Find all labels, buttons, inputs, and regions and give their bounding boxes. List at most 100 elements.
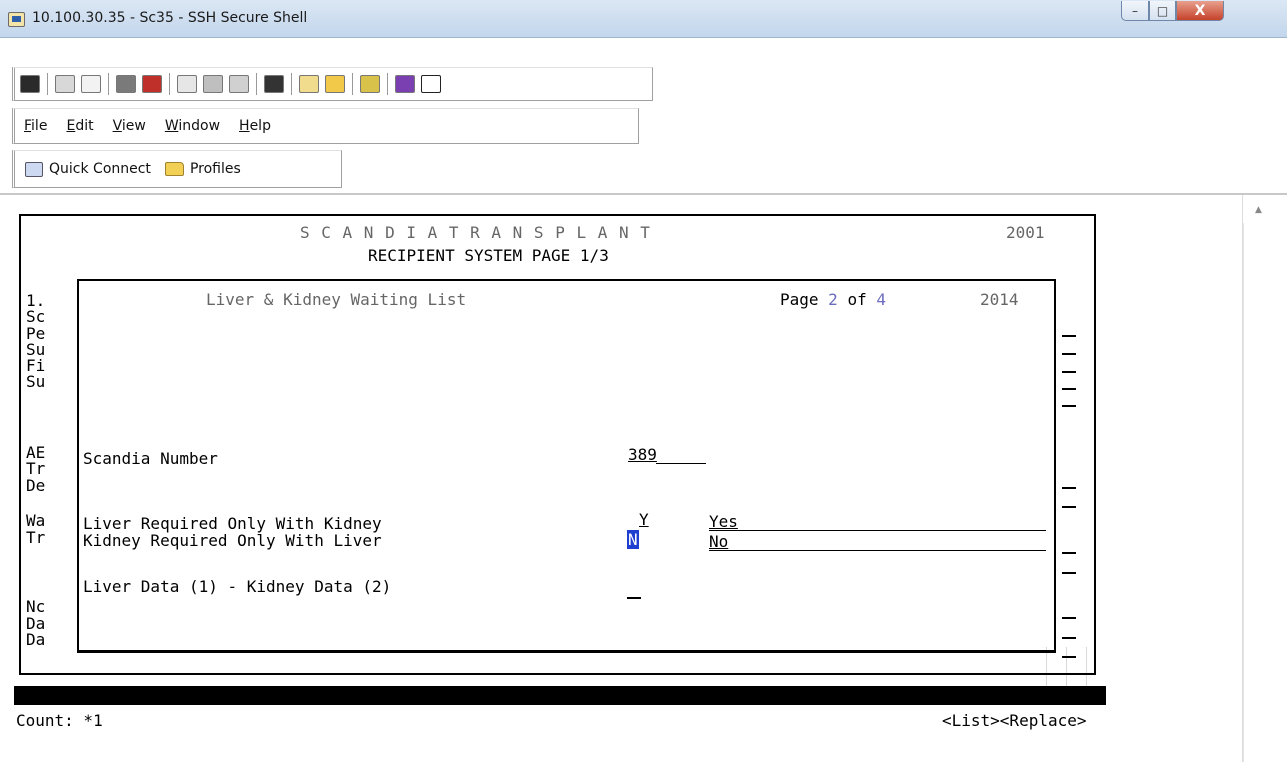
- minimize-button[interactable]: –: [1121, 1, 1149, 21]
- save-icon[interactable]: [20, 75, 40, 93]
- profile-bar: Quick Connect Profiles: [0, 148, 1287, 190]
- toolbar-separator: [256, 73, 257, 95]
- band-noise: [1046, 647, 1104, 687]
- left-fragment: Tr: [26, 528, 46, 547]
- field-marker: [1062, 572, 1076, 574]
- scroll-track[interactable]: [1243, 223, 1244, 762]
- new-terminal-icon[interactable]: [299, 75, 319, 93]
- menu-edit[interactable]: Edit: [66, 118, 93, 134]
- scandia-number-field[interactable]: 389: [628, 447, 657, 463]
- title-bar: 10.100.30.35 - Sc35 - SSH Secure Shell –…: [0, 0, 1287, 38]
- left-fragment: Wa: [26, 511, 46, 530]
- menu-bar: File Edit View Window Help: [0, 106, 1287, 146]
- paste-icon[interactable]: [203, 75, 223, 93]
- left-fragment: Sc: [26, 307, 46, 326]
- field-marker: [1062, 487, 1076, 489]
- toolbar-separator: [47, 73, 48, 95]
- folder-icon: [164, 162, 184, 176]
- disconnect-icon[interactable]: [116, 75, 136, 93]
- field-marker: [1062, 506, 1076, 508]
- left-fragment: Su: [26, 372, 46, 391]
- page-label: Page: [780, 290, 819, 309]
- menu-view[interactable]: View: [113, 118, 146, 134]
- left-fragment: Tr: [26, 459, 46, 478]
- left-fragment: De: [26, 476, 46, 495]
- close-button[interactable]: X: [1176, 1, 1224, 21]
- terminal-screen[interactable]: S C A N D I A T R A N S P L A N T 2001 R…: [4, 195, 1242, 762]
- copy-icon[interactable]: [177, 75, 197, 93]
- system-subtitle: RECIPIENT SYSTEM PAGE 1/3: [368, 246, 609, 265]
- menu-help-accel: H: [239, 118, 250, 134]
- quick-connect-icon: [25, 161, 43, 177]
- field-marker: [1062, 637, 1076, 639]
- menu-bar-group: File Edit View Window Help: [12, 108, 639, 144]
- toolbar-separator: [108, 73, 109, 95]
- vertical-scrollbar[interactable]: ▲: [1242, 195, 1287, 762]
- menu-edit-rest: dit: [75, 118, 94, 134]
- profile-bar-group: Quick Connect Profiles: [12, 150, 342, 188]
- data-choice-label: Liver Data (1) - Kidney Data (2): [83, 577, 392, 596]
- page-total: 4: [876, 290, 886, 309]
- help-topics-icon[interactable]: [395, 75, 415, 93]
- menu-file-rest: ile: [31, 118, 48, 134]
- page-number: 2: [828, 290, 838, 309]
- system-banner: S C A N D I A T R A N S P L A N T: [300, 223, 651, 242]
- menu-window-accel: W: [164, 118, 179, 134]
- toolbar-separator: [169, 73, 170, 95]
- menu-view-rest: iew: [121, 118, 146, 134]
- window-title: 10.100.30.35 - Sc35 - SSH Secure Shell: [32, 10, 308, 26]
- toolbar-separator: [291, 73, 292, 95]
- ssh-app-icon: [8, 12, 25, 27]
- kidney-required-label: Kidney Required Only With Liver: [83, 531, 382, 550]
- print-preview-icon[interactable]: [81, 75, 101, 93]
- field-marker: [1062, 353, 1076, 355]
- maximize-button[interactable]: □: [1149, 1, 1176, 21]
- menu-edit-accel: E: [66, 118, 76, 134]
- new-file-transfer-icon[interactable]: [325, 75, 345, 93]
- popup-year: 2014: [980, 290, 1019, 309]
- field-marker: [1062, 405, 1076, 407]
- profiles-label: Profiles: [189, 161, 241, 177]
- quick-connect-label: Quick Connect: [49, 161, 151, 177]
- scandia-number-label: Scandia Number: [83, 449, 218, 468]
- settings-icon[interactable]: [360, 75, 380, 93]
- scroll-up-arrow-icon[interactable]: ▲: [1255, 205, 1262, 215]
- scandia-number-underline: [656, 463, 706, 464]
- left-fragment: Nc: [26, 597, 46, 616]
- delete-icon[interactable]: [142, 75, 162, 93]
- data-choice-underline: [627, 597, 641, 599]
- context-help-icon[interactable]: [421, 75, 441, 93]
- kidney-required-underline: [709, 550, 1046, 551]
- toolbar-separator: [352, 73, 353, 95]
- quick-connect-button[interactable]: Quick Connect: [25, 161, 151, 177]
- menu-view-accel: V: [112, 118, 122, 134]
- of-label: of: [847, 290, 867, 309]
- menu-help[interactable]: Help: [239, 118, 271, 134]
- field-marker: [1062, 617, 1076, 619]
- menu-file[interactable]: File: [24, 118, 47, 134]
- page-indicator: Page 2 of 4: [780, 292, 886, 308]
- text-cursor: N: [627, 530, 639, 549]
- liver-required-underline: [709, 530, 1046, 531]
- icon-toolbar: [0, 65, 1287, 103]
- menu-window[interactable]: Window: [165, 118, 220, 134]
- function-key-hints[interactable]: <List><Replace>: [942, 713, 1087, 729]
- kidney-required-description: No: [709, 532, 729, 551]
- print-icon[interactable]: [55, 75, 75, 93]
- liver-required-field[interactable]: Y: [639, 512, 649, 528]
- left-fragment: Da: [26, 630, 46, 649]
- menu-window-rest: indow: [178, 118, 221, 134]
- popup-title: Liver & Kidney Waiting List: [206, 290, 467, 309]
- liver-required-label: Liver Required Only With Kidney: [83, 514, 382, 533]
- field-marker: [1062, 388, 1076, 390]
- paste-special-icon[interactable]: [229, 75, 249, 93]
- menu-file-accel: F: [24, 118, 32, 134]
- waiting-list-popup: [77, 279, 1056, 653]
- record-count: Count: *1: [16, 711, 103, 730]
- profiles-button[interactable]: Profiles: [164, 161, 241, 177]
- toolbar-separator: [387, 73, 388, 95]
- liver-required-description: Yes: [709, 512, 738, 531]
- find-icon[interactable]: [264, 75, 284, 93]
- field-marker: [1062, 552, 1076, 554]
- kidney-required-field[interactable]: N: [627, 530, 639, 549]
